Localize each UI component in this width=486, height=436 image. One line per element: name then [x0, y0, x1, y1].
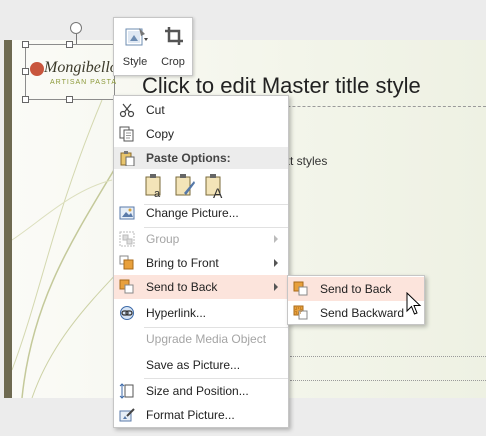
submenu-item-label: Send to Back — [320, 282, 392, 296]
resize-handle-top-left[interactable] — [22, 41, 29, 48]
crop-button[interactable]: Crop — [154, 18, 192, 75]
crop-icon — [165, 27, 183, 45]
menu-item-upgrade-media-object[interactable]: Upgrade Media Object — [114, 327, 288, 351]
paste-theme-icon: a — [145, 174, 161, 200]
menu-item-hyperlink[interactable]: Hyperlink... — [114, 301, 288, 325]
resize-handle-left[interactable] — [22, 68, 29, 75]
menu-item-label: Hyperlink... — [146, 306, 207, 320]
menu-item-size-and-position[interactable]: Size and Position... — [114, 379, 288, 403]
svg-text:a: a — [154, 188, 161, 199]
menu-item-label: Bring to Front — [146, 256, 219, 270]
menu-item-send-to-back[interactable]: Send to Back — [114, 275, 288, 299]
context-menu: Cut Copy Paste Options: a A Change Pictu… — [113, 95, 289, 428]
menu-item-label: Group — [146, 232, 180, 246]
style-label: Style — [122, 56, 148, 68]
submenu-arrow-icon — [274, 259, 278, 267]
resize-handle-bottom[interactable] — [66, 96, 73, 103]
format-picture-icon — [119, 408, 135, 422]
menu-item-label: Save as Picture... — [146, 358, 241, 372]
slide-side-strip — [4, 40, 12, 398]
paste-text-only-icon: A — [205, 174, 223, 201]
rotate-stem — [76, 34, 77, 44]
logo-emblem-icon — [30, 62, 44, 76]
change-picture-icon — [119, 206, 135, 220]
mouse-pointer-icon — [406, 292, 422, 315]
powerpoint-slide-editor: Click to edit Master title style xt styl… — [0, 0, 486, 436]
mini-toolbar: Style Crop — [113, 17, 193, 76]
menu-item-cut[interactable]: Cut — [114, 98, 288, 122]
paste-text-only-button[interactable]: A — [204, 173, 226, 201]
menu-item-copy[interactable]: Copy — [114, 122, 288, 146]
bring-to-front-icon — [119, 255, 134, 270]
submenu-arrow-icon — [274, 283, 278, 291]
submenu-item-send-backward[interactable]: Send Backward — [288, 301, 424, 325]
menu-item-save-as-picture[interactable]: Save as Picture... — [114, 353, 288, 377]
send-backward-icon — [293, 305, 308, 320]
svg-text:A: A — [213, 185, 223, 199]
scissors-icon — [119, 103, 135, 118]
crop-label: Crop — [161, 56, 185, 68]
menu-item-change-picture[interactable]: Change Picture... — [114, 201, 288, 225]
size-and-position-icon — [119, 383, 134, 399]
slide-body-placeholder[interactable]: xt styles — [284, 154, 327, 168]
submenu-item-send-to-back[interactable]: Send to Back — [288, 277, 424, 301]
logo-name: Mongibello — [44, 59, 118, 76]
copy-icon — [119, 126, 134, 142]
submenu-item-label: Send Backward — [320, 306, 405, 320]
hyperlink-icon — [120, 306, 134, 320]
menu-item-label: Size and Position... — [146, 384, 249, 398]
footer-divider-bottom — [290, 380, 486, 381]
logo-subtitle: ARTISAN PASTA — [50, 79, 118, 86]
clipboard-icon — [120, 151, 135, 166]
menu-item-label: Cut — [146, 103, 165, 117]
resize-handle-bottom-left[interactable] — [22, 96, 29, 103]
menu-item-label: Send to Back — [146, 280, 218, 294]
footer-divider-top — [290, 356, 486, 357]
menu-item-group[interactable]: Group — [114, 227, 288, 251]
menu-item-label: Format Picture... — [146, 408, 235, 422]
group-icon — [119, 231, 135, 247]
send-to-back-submenu: Send to Back Send Backward — [287, 275, 425, 325]
rotate-handle[interactable] — [70, 22, 82, 34]
menu-item-label: Upgrade Media Object — [146, 332, 267, 346]
paste-formatting-icon — [175, 174, 195, 196]
menu-item-label: Copy — [146, 127, 175, 141]
submenu-arrow-icon — [274, 235, 278, 243]
picture-style-icon — [125, 28, 148, 46]
send-to-back-icon — [119, 279, 134, 294]
style-button[interactable]: Style — [116, 18, 154, 75]
paste-options-header: Paste Options: — [114, 147, 288, 169]
menu-item-label: Change Picture... — [146, 206, 239, 220]
paste-keep-formatting-button[interactable] — [174, 173, 196, 199]
menu-item-bring-to-front[interactable]: Bring to Front — [114, 251, 288, 275]
resize-handle-top[interactable] — [66, 41, 73, 48]
paste-options-label: Paste Options: — [146, 151, 231, 165]
paste-use-destination-theme-button[interactable]: a — [144, 173, 166, 200]
menu-item-format-picture[interactable]: Format Picture... — [114, 403, 288, 427]
send-to-back-icon — [293, 281, 308, 296]
